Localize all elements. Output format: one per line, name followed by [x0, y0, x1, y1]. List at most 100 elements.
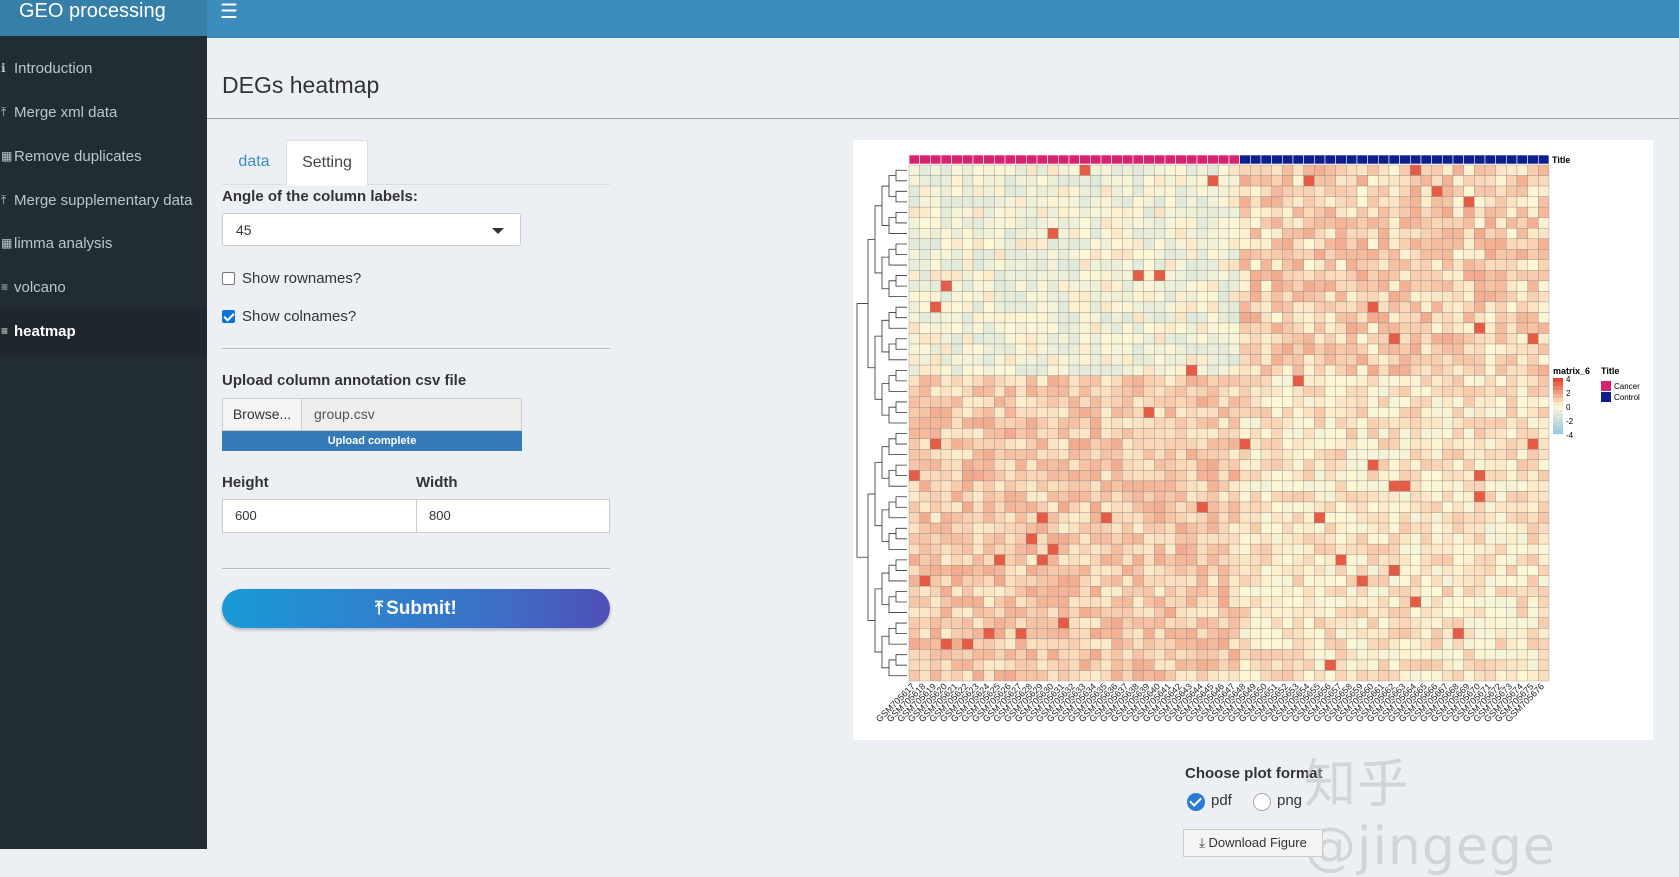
heatmap-cell: [1026, 659, 1038, 671]
heatmap-cell: [1452, 249, 1464, 260]
heatmap-cell: [1378, 249, 1390, 260]
heatmap-cell: [1463, 575, 1475, 587]
heatmap-cell: [1474, 333, 1486, 345]
download-figure-button[interactable]: ⤓ Download Figure: [1183, 829, 1323, 857]
width-input[interactable]: 800: [416, 499, 610, 533]
heatmap-cell: [1527, 459, 1539, 471]
show-rownames-checkbox[interactable]: [222, 272, 235, 285]
sidebar-item-label: volcano: [14, 279, 66, 296]
heatmap-cell: [1164, 543, 1176, 555]
png-radio[interactable]: [1253, 793, 1271, 811]
angle-select[interactable]: 45: [222, 213, 521, 246]
pdf-radio[interactable]: [1187, 793, 1205, 811]
heatmap-cell: [1026, 238, 1038, 250]
heatmap-cell: [1399, 438, 1411, 450]
sidebar-item-introduction[interactable]: ℹ Introduction: [0, 46, 207, 92]
heatmap-cell: [1346, 575, 1358, 587]
heatmap-cell: [1079, 470, 1091, 482]
heatmap-cell: [1143, 185, 1155, 197]
heatmap-cell: [1079, 312, 1091, 324]
heatmap-cell: [1250, 354, 1262, 366]
heatmap-cell: [1100, 396, 1112, 408]
sidebar-item-remove-duplicates[interactable]: ▦ Remove duplicates: [0, 134, 207, 180]
submit-button[interactable]: ⤒ Submit!: [222, 589, 610, 628]
heatmap-cell: [1228, 554, 1240, 566]
heatmap-cell: [1271, 417, 1283, 429]
heatmap-cell: [930, 470, 942, 482]
heatmap-cell: [940, 175, 952, 187]
heatmap-cell: [1463, 333, 1475, 345]
heatmap-cell: [1207, 659, 1219, 671]
heatmap-cell: [1495, 522, 1507, 534]
heatmap-cell: [1132, 596, 1144, 608]
heatmap-cell: [919, 249, 931, 260]
heatmap-cell: [1132, 228, 1144, 239]
heatmap-cell: [1463, 312, 1475, 324]
heatmap-cell: [1111, 533, 1123, 545]
heatmap-cell: [1164, 607, 1176, 618]
heatmap-cell: [1452, 449, 1464, 461]
heatmap-cell: [1250, 449, 1262, 461]
heatmap-cell: [919, 670, 931, 682]
heatmap-cell: [1090, 407, 1102, 418]
heatmap-cell: [972, 206, 984, 218]
heatmap-cell: [1367, 449, 1379, 461]
browse-button[interactable]: Browse...: [222, 398, 302, 431]
sidebar-item-limma-analysis[interactable]: ▦ limma analysis: [0, 221, 207, 267]
heatmap-cell: [1015, 206, 1027, 218]
heatmap-cell: [1484, 638, 1496, 650]
heatmap-cell: [1452, 175, 1464, 187]
heatmap-cell: [1111, 491, 1123, 503]
heatmap-cell: [1506, 312, 1518, 324]
heatmap-cell: [1410, 638, 1422, 650]
heatmap-cell: [930, 354, 942, 366]
heatmap-cell: [1196, 617, 1208, 629]
heatmap-cell: [1015, 364, 1027, 376]
heatmap-cell: [1367, 480, 1379, 492]
heatmap-cell: [919, 343, 931, 355]
heatmap-cell: [1346, 543, 1358, 555]
heatmap-cell: [1356, 164, 1368, 176]
heatmap-cell: [1100, 238, 1112, 250]
heatmap-cell: [1090, 312, 1102, 324]
heatmap-cell: [1335, 501, 1347, 513]
heatmap-cell: [1026, 301, 1038, 313]
height-input[interactable]: 600: [222, 499, 417, 533]
sidebar-item-volcano[interactable]: ≡ volcano: [0, 265, 207, 311]
show-colnames-checkbox[interactable]: [222, 310, 235, 323]
heatmap-cell: [1079, 575, 1091, 587]
sidebar-item-merge-supplementary-data[interactable]: ⤒ Merge supplementary data: [0, 178, 207, 224]
heatmap-cell: [1164, 533, 1176, 545]
heatmap-cell: [1303, 228, 1315, 239]
heatmap-cell: [1132, 175, 1144, 187]
heatmap-cell: [1314, 670, 1326, 682]
heatmap-cell: [1122, 206, 1134, 218]
heatmap-cell: [1015, 291, 1027, 303]
heatmap-cell: [940, 333, 952, 345]
legend-gradient-step: [1553, 422, 1563, 427]
heatmap-cell: [1420, 564, 1432, 576]
heatmap-cell: [1420, 249, 1432, 260]
heatmap-cell: [1015, 596, 1027, 608]
heatmap-cell: [1303, 407, 1315, 418]
heatmap-cell: [1207, 533, 1219, 545]
heatmap-cell: [1356, 291, 1368, 303]
heatmap-cell: [1271, 175, 1283, 187]
heatmap-cell: [1495, 228, 1507, 239]
heatmap-cell: [1442, 428, 1454, 439]
heatmap-cell: [1090, 196, 1102, 208]
heatmap-cell: [972, 375, 984, 387]
heatmap-cell: [1314, 280, 1326, 292]
heatmap-cell: [1100, 491, 1112, 503]
tab-setting[interactable]: Setting: [286, 140, 368, 186]
sidebar-item-merge-xml-data[interactable]: ⤒ Merge xml data: [0, 90, 207, 136]
sidebar-item-heatmap[interactable]: ≡ heatmap: [0, 309, 207, 355]
heatmap-cell: [1218, 333, 1230, 345]
heatmap-cell: [972, 185, 984, 197]
tab-data[interactable]: data: [222, 140, 286, 184]
heatmap-cell: [1346, 301, 1358, 313]
heatmap-cell: [1164, 312, 1176, 324]
heatmap-cell: [1175, 512, 1187, 524]
sidebar-toggle-icon[interactable]: ☰: [220, 2, 238, 22]
heatmap-cell: [1506, 449, 1518, 461]
